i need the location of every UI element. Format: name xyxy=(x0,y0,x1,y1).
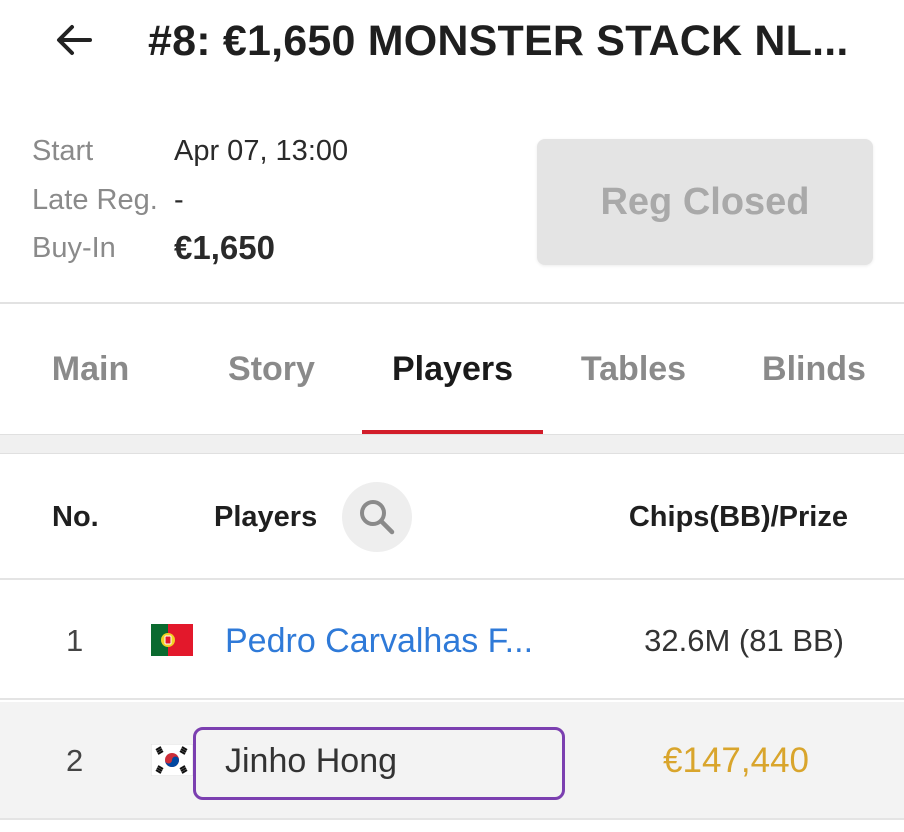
table-row[interactable]: 2 Jinho Hong €147,440 xyxy=(0,702,904,820)
late-reg-row: Late Reg. - xyxy=(32,182,184,218)
tab-tables[interactable]: Tables xyxy=(543,304,724,434)
player-rank: 2 xyxy=(66,743,84,778)
late-reg-value: - xyxy=(174,184,184,216)
tournament-info: Start Apr 07, 13:00 Late Reg. - Buy-In €… xyxy=(0,84,904,302)
highlight-box xyxy=(193,727,565,800)
player-rank: 1 xyxy=(66,623,84,658)
south-korea-flag-icon xyxy=(151,744,193,776)
tab-story[interactable]: Story xyxy=(181,304,362,434)
top-bar: #8: €1,650 MONSTER STACK NL... xyxy=(0,0,904,84)
start-row: Start Apr 07, 13:00 xyxy=(32,133,348,169)
arrow-left-icon xyxy=(57,25,92,55)
tournament-title: #8: €1,650 MONSTER STACK NL... xyxy=(148,17,849,65)
tab-players[interactable]: Players xyxy=(362,304,543,434)
col-players-header: Players xyxy=(214,500,318,533)
search-button[interactable] xyxy=(342,482,412,552)
buyin-label: Buy-In xyxy=(32,232,116,264)
tab-main[interactable]: Main xyxy=(0,304,181,434)
table-row[interactable]: 1 Pedro Carvalhas F... 32.6M (81 BB) xyxy=(0,582,904,700)
player-name-link[interactable]: Pedro Carvalhas F... xyxy=(225,582,533,700)
tab-blinds[interactable]: Blinds xyxy=(724,304,904,434)
buyin-row: Buy-In €1,650 xyxy=(32,230,275,266)
table-header: No. Players Chips(BB)/Prize xyxy=(0,454,904,580)
search-icon xyxy=(360,500,395,535)
back-button[interactable] xyxy=(48,14,100,66)
section-gap xyxy=(0,434,904,454)
late-reg-label: Late Reg. xyxy=(32,184,158,216)
player-prize: €147,440 xyxy=(663,741,809,780)
start-label: Start xyxy=(32,135,94,167)
player-chips: 32.6M (81 BB) xyxy=(644,623,844,658)
portugal-flag-icon xyxy=(151,624,193,656)
col-chips-header: Chips(BB)/Prize xyxy=(628,500,848,533)
start-value: Apr 07, 13:00 xyxy=(174,135,349,167)
tab-bar: Main Story Players Tables Blinds xyxy=(0,304,904,435)
buyin-value: €1,650 xyxy=(174,229,275,266)
col-no-header: No. xyxy=(52,500,99,533)
reg-closed-button[interactable]: Reg Closed xyxy=(537,139,873,265)
